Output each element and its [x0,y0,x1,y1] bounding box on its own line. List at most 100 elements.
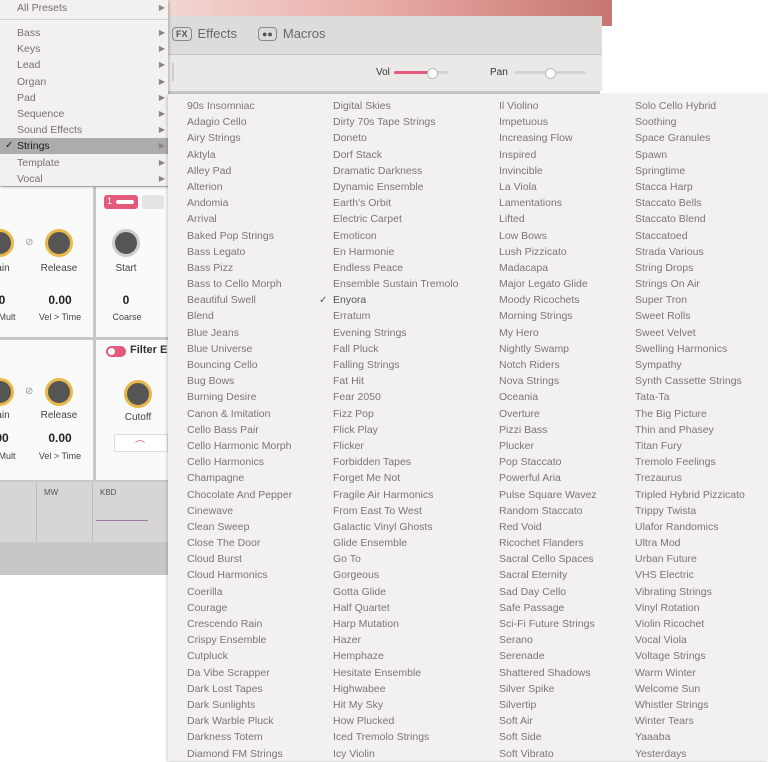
preset-item[interactable]: Hemphaze [333,648,458,664]
preset-item[interactable]: My Hero [499,325,597,341]
preset-item[interactable]: Erratum [333,308,458,324]
preset-item[interactable]: Strada Various [635,244,745,260]
preset-item[interactable]: Flick Play [333,422,458,438]
preset-item[interactable]: Soothing [635,114,745,130]
preset-item[interactable]: Hit My Sky [333,697,458,713]
menu-item-sequence[interactable]: Sequence ▶ [0,106,168,122]
preset-item[interactable]: Staccato Blend [635,211,745,227]
preset-item[interactable]: Baked Pop Strings [187,228,292,244]
link-icon[interactable]: ⊘ [25,237,33,248]
gain-knob-2[interactable] [0,378,14,406]
gain-value-2[interactable]: 00 [0,431,14,445]
preset-item[interactable]: Galactic Vinyl Ghosts [333,519,458,535]
preset-item[interactable]: Soft Vibrato [499,746,597,762]
preset-item[interactable]: Pizzi Bass [499,422,597,438]
preset-item[interactable]: Glide Ensemble [333,535,458,551]
preset-item[interactable]: Sad Day Cello [499,584,597,600]
preset-item[interactable]: Invincible [499,163,597,179]
preset-item[interactable]: Fear 2050 [333,389,458,405]
release-knob-2[interactable] [45,378,73,406]
preset-item[interactable]: Tripled Hybrid Pizzicato [635,487,745,503]
preset-item[interactable]: Electric Carpet [333,211,458,227]
coarse-value[interactable]: 0 [118,293,134,307]
preset-item[interactable]: Bass to Cello Morph [187,276,292,292]
preset-item[interactable]: Ricochet Flanders [499,535,597,551]
preset-item[interactable]: Ultra Mod [635,535,745,551]
preset-item[interactable]: Il Violino [499,98,597,114]
preset-item[interactable]: Trezaurus [635,470,745,486]
preset-item[interactable]: VHS Electric [635,567,745,583]
preset-item[interactable]: Dark Sunlights [187,697,292,713]
preset-item[interactable]: Close The Door [187,535,292,551]
preset-item[interactable]: Adagio Cello [187,114,292,130]
preset-item[interactable]: La Viola [499,179,597,195]
preset-item[interactable]: Fall Pluck [333,341,458,357]
preset-item[interactable]: Soft Side [499,729,597,745]
release-value[interactable]: 0.00 [40,293,80,307]
preset-item[interactable]: How Plucked [333,713,458,729]
preset-item[interactable]: Sympathy [635,357,745,373]
preset-item[interactable]: Yaaaba [635,729,745,745]
preset-item[interactable]: Courage [187,600,292,616]
filter-curve-display[interactable]: ⌒ [114,434,168,452]
preset-item[interactable]: Airy Strings [187,130,292,146]
preset-item[interactable]: Cello Harmonics [187,454,292,470]
link-icon-2[interactable]: ⊘ [25,386,33,397]
preset-item[interactable]: Clean Sweep [187,519,292,535]
preset-item[interactable]: Blend [187,308,292,324]
preset-item[interactable]: Beautiful Swell [187,292,292,308]
vol-slider-thumb[interactable] [426,68,438,79]
osc-tab-2[interactable] [142,195,164,209]
gain-knob[interactable] [0,229,14,257]
preset-item[interactable]: Urban Future [635,551,745,567]
preset-item[interactable]: Morning Strings [499,308,597,324]
preset-item[interactable]: Evening Strings [333,325,458,341]
preset-item[interactable]: Madacapa [499,260,597,276]
preset-item[interactable]: Andomia [187,195,292,211]
preset-item[interactable]: Pop Staccato [499,454,597,470]
preset-item[interactable]: Cloud Harmonics [187,567,292,583]
preset-item[interactable]: Blue Jeans [187,325,292,341]
pan-slider[interactable] [514,68,586,79]
preset-item[interactable]: Falling Strings [333,357,458,373]
preset-item[interactable]: Solo Cello Hybrid [635,98,745,114]
preset-item[interactable]: Bass Legato [187,244,292,260]
preset-item[interactable]: Harp Mutation [333,616,458,632]
preset-item[interactable]: Ulafor Randomics [635,519,745,535]
preset-item[interactable]: Ensemble Sustain Tremolo [333,276,458,292]
osc-tab-1[interactable]: 1 [104,195,138,209]
preset-item[interactable]: Diamond FM Strings [187,746,292,762]
preset-item[interactable]: Dark Lost Tapes [187,681,292,697]
preset-item[interactable]: Notch Riders [499,357,597,373]
preset-item[interactable]: The Big Picture [635,406,745,422]
preset-item[interactable]: Aktyla [187,147,292,163]
preset-item[interactable]: Fizz Pop [333,406,458,422]
preset-item[interactable]: Hesitate Ensemble [333,665,458,681]
preset-item[interactable]: Cello Bass Pair [187,422,292,438]
preset-item[interactable]: Bouncing Cello [187,357,292,373]
preset-item[interactable]: Overture [499,406,597,422]
preset-item[interactable]: Cloud Burst [187,551,292,567]
preset-item[interactable]: Flicker [333,438,458,454]
preset-item[interactable]: Silvertip [499,697,597,713]
preset-item[interactable]: Nova Strings [499,373,597,389]
preset-item[interactable]: Welcome Sun [635,681,745,697]
menu-item-all-presets[interactable]: All Presets ▶ [0,0,168,16]
menu-item-strings[interactable]: ✓ Strings ▶ [0,138,168,155]
preset-item[interactable]: Arrival [187,211,292,227]
preset-item[interactable]: Iced Tremolo Strings [333,729,458,745]
preset-item[interactable]: Yesterdays [635,746,745,762]
preset-item[interactable]: Serano [499,632,597,648]
preset-item[interactable]: Half Quartet [333,600,458,616]
preset-item[interactable]: Forbidden Tapes [333,454,458,470]
preset-item[interactable]: Staccatoed [635,228,745,244]
preset-item[interactable]: Silver Spike [499,681,597,697]
preset-item[interactable]: Hazer [333,632,458,648]
preset-item[interactable]: Blue Universe [187,341,292,357]
menu-item-lead[interactable]: Lead ▶ [0,57,168,73]
preset-item[interactable]: Plucker [499,438,597,454]
preset-item[interactable]: Serenade [499,648,597,664]
menu-item-bass[interactable]: Bass ▶ [0,25,168,41]
preset-item[interactable]: Doneto [333,130,458,146]
preset-item[interactable]: Dynamic Ensemble [333,179,458,195]
